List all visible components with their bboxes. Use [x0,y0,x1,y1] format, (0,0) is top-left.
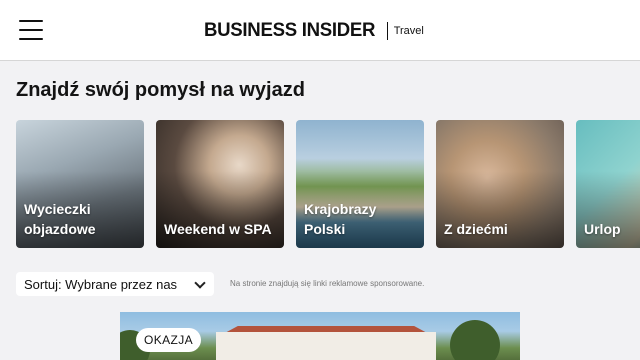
category-card-label: Wycieczki objazdowe [24,201,96,237]
category-card-label: Urlop [584,221,621,237]
brand-section: Travel [393,25,424,37]
brand-divider [386,22,388,40]
sponsored-notice: Na stronie znajdują się linki reklamowe … [230,279,425,288]
chevron-down-icon [194,277,206,289]
category-carousel: Wycieczki objazdowe Weekend w SPA Krajob… [16,120,640,248]
offer-badge: OKAZJA [136,328,202,352]
tree-shape [450,320,500,360]
page-heading: Znajdź swój pomysł na wyjazd [16,79,305,101]
category-card-krajobrazy[interactable]: Krajobrazy Polski [296,120,424,248]
sort-dropdown[interactable]: Sortuj: Wybrane przez nas [16,272,214,296]
category-card-wycieczki[interactable]: Wycieczki objazdowe [16,120,144,248]
category-card-label: Z dziećmi [444,221,508,237]
category-card-label: Krajobrazy Polski [304,201,377,237]
category-card-urlop[interactable]: Urlop [576,120,640,248]
category-card-dzieci[interactable]: Z dziećmi [436,120,564,248]
brand-name: BUSINESS INSIDER [204,20,376,41]
sort-label: Sortuj: Wybrane przez nas [24,276,178,292]
top-bar: BUSINESS INSIDER Travel [0,0,640,61]
category-card-spa[interactable]: Weekend w SPA [156,120,284,248]
hamburger-menu-icon[interactable] [19,20,43,40]
brand-logo[interactable]: BUSINESS INSIDER Travel [204,20,424,42]
category-card-label: Weekend w SPA [164,221,272,237]
building-shape [216,332,436,360]
